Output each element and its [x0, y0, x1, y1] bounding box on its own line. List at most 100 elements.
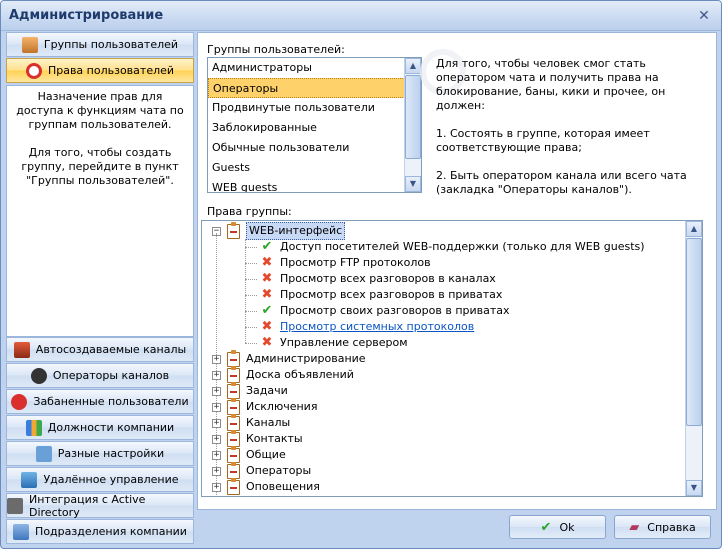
expand-icon[interactable]: +: [212, 370, 221, 380]
operator-icon: [30, 367, 47, 384]
nav-bottom-item-6[interactable]: Интеграция с Active Directory: [6, 493, 194, 519]
permission-item[interactable]: ✖ Просмотр системных протоколов: [260, 319, 475, 335]
ok-button[interactable]: ✔ Ok: [509, 515, 606, 539]
tree-group-collapsed[interactable]: + Контакты: [212, 429, 303, 447]
permission-label: Управление сервером: [280, 336, 408, 349]
nav-bottom-item-7[interactable]: Подразделения компании: [6, 519, 194, 544]
denied-cross-icon[interactable]: ✖: [260, 271, 274, 287]
permission-label: Доступ посетителей WEB-поддержки (только…: [280, 240, 645, 253]
allowed-check-icon[interactable]: ✔: [260, 239, 274, 255]
group-item[interactable]: Guests: [208, 158, 421, 178]
group-item[interactable]: Обычные пользователи: [208, 138, 421, 158]
denied-cross-icon[interactable]: ✖: [260, 255, 274, 271]
groups-scrollbar[interactable]: ▲ ▼: [404, 58, 421, 192]
expand-icon[interactable]: +: [212, 466, 221, 476]
scroll-thumb[interactable]: [405, 75, 421, 159]
tree-group-collapsed[interactable]: + Операторы: [212, 461, 311, 479]
nav-bottom-item-1[interactable]: Операторы каналов: [6, 363, 194, 388]
help-book-icon: ▰: [629, 519, 640, 535]
info-text-2: 1. Состоять в группе, которая имеет соот…: [436, 127, 650, 154]
remote-icon: [21, 471, 38, 488]
tree-group-expanded[interactable]: − WEB-интерфейс: [212, 221, 346, 240]
permission-label[interactable]: Просмотр системных протоколов: [280, 319, 474, 335]
tree-group-collapsed[interactable]: + Каналы: [212, 413, 290, 431]
nav-bottom-item-5[interactable]: Удалённое управление: [6, 467, 194, 492]
tree-scrollbar[interactable]: ▲ ▼: [685, 221, 702, 496]
rights-tree[interactable]: ▲ ▼ − WEB-интерфейс ✔ Доступ посетителей WE…: [201, 220, 703, 497]
permission-item[interactable]: ✔ Просмотр своих разговоров в приватах: [260, 303, 510, 319]
tree-group-collapsed[interactable]: + Оповещения: [212, 477, 320, 495]
permission-label: Просмотр своих разговоров в приватах: [280, 304, 510, 317]
permission-item[interactable]: ✖ Просмотр всех разговоров в приватах: [260, 287, 503, 303]
help-button[interactable]: ▰ Справка: [614, 515, 711, 539]
expand-icon[interactable]: +: [212, 450, 221, 460]
settings-icon: [35, 445, 52, 462]
permission-item[interactable]: ✖ Просмотр всех разговоров в каналах: [260, 271, 496, 287]
description-text-1: Назначение прав для доступа к функциям ч…: [16, 90, 184, 131]
expand-icon[interactable]: +: [212, 434, 221, 444]
expand-icon[interactable]: +: [212, 402, 221, 412]
help-label: Справка: [647, 520, 696, 534]
expand-icon[interactable]: +: [212, 354, 221, 364]
positions-icon: [25, 419, 42, 436]
expand-icon[interactable]: +: [212, 386, 221, 396]
banned-icon: [11, 393, 28, 410]
group-item[interactable]: Операторы: [208, 78, 421, 98]
nav-top-item-1[interactable]: Права пользователей: [6, 58, 194, 83]
tree-group-collapsed[interactable]: + Задачи: [212, 381, 288, 399]
denied-cross-icon[interactable]: ✖: [260, 335, 274, 351]
group-item[interactable]: Продвинутые пользователи: [208, 98, 421, 118]
close-icon[interactable]: ✕: [695, 7, 713, 25]
expand-icon[interactable]: +: [212, 418, 221, 428]
tree-line: [245, 311, 257, 312]
tree-group-label: Исключения: [246, 400, 318, 413]
group-item[interactable]: WEB guests: [208, 178, 421, 192]
tree-scroll-thumb[interactable]: [686, 238, 702, 426]
denied-cross-icon[interactable]: ✖: [260, 287, 274, 303]
info-text: Для того, чтобы человек смог стать опера…: [436, 57, 711, 211]
nav-top-item-label: Группы пользователей: [43, 38, 179, 51]
expand-icon[interactable]: +: [212, 482, 221, 492]
tree-line: [245, 279, 257, 280]
clipboard-icon: [227, 349, 240, 367]
nav-bottom-item-label: Разные настройки: [57, 447, 165, 460]
tree-group-collapsed[interactable]: + Доска объявлений: [212, 365, 354, 383]
denied-cross-icon[interactable]: ✖: [260, 319, 274, 335]
tree-group-collapsed[interactable]: + Общие: [212, 445, 286, 463]
tree-scroll-up-icon[interactable]: ▲: [686, 221, 702, 237]
tree-group-label: Администрирование: [246, 352, 366, 365]
nav-bottom-item-0[interactable]: Автосоздаваемые каналы: [6, 337, 194, 362]
nav-bottom-item-4[interactable]: Разные настройки: [6, 441, 194, 466]
nav-bottom-item-label: Подразделения компании: [35, 525, 187, 538]
tree-group-collapsed[interactable]: + Исключения: [212, 397, 318, 415]
permission-item[interactable]: ✖ Просмотр FTP протоколов: [260, 255, 431, 271]
group-item[interactable]: Администраторы: [208, 58, 421, 78]
scroll-down-icon[interactable]: ▼: [405, 176, 421, 192]
groups-list[interactable]: Администраторы Операторы Продвинутые польз…: [207, 57, 422, 193]
tree-scroll-down-icon[interactable]: ▼: [686, 480, 702, 496]
users-group-icon: [21, 36, 38, 53]
nav-top-item-0[interactable]: Группы пользователей: [6, 32, 194, 57]
scroll-up-icon[interactable]: ▲: [405, 58, 421, 74]
tree-group-collapsed[interactable]: + Администрирование: [212, 349, 366, 367]
active-directory-icon: [7, 497, 23, 514]
title-bar[interactable]: Администрирование ✕: [1, 1, 721, 31]
nav-bottom-item-3[interactable]: Должности компании: [6, 415, 194, 440]
check-icon: ✔: [540, 519, 552, 535]
tree-group-label: Контакты: [246, 432, 303, 445]
ok-label: Ok: [559, 520, 575, 534]
tree-line: [245, 343, 257, 344]
permission-item[interactable]: ✖ Управление сервером: [260, 335, 408, 351]
clipboard-icon: [227, 461, 240, 479]
info-text-1: Для того, чтобы человек смог стать опера…: [436, 57, 666, 112]
tree-group-label: Общие: [246, 448, 286, 461]
nav-bottom-item-label: Должности компании: [47, 421, 175, 434]
permission-item[interactable]: ✔ Доступ посетителей WEB-поддержки (тольк…: [260, 239, 645, 255]
group-item[interactable]: Заблокированные: [208, 118, 421, 138]
clipboard-icon: [227, 365, 240, 383]
forbidden-icon: [25, 62, 42, 79]
allowed-check-icon[interactable]: ✔: [260, 303, 274, 319]
nav-bottom-item-2[interactable]: Забаненные пользователи: [6, 389, 194, 414]
channels-icon: [13, 341, 30, 358]
tree-group-label: Доска объявлений: [246, 368, 354, 381]
